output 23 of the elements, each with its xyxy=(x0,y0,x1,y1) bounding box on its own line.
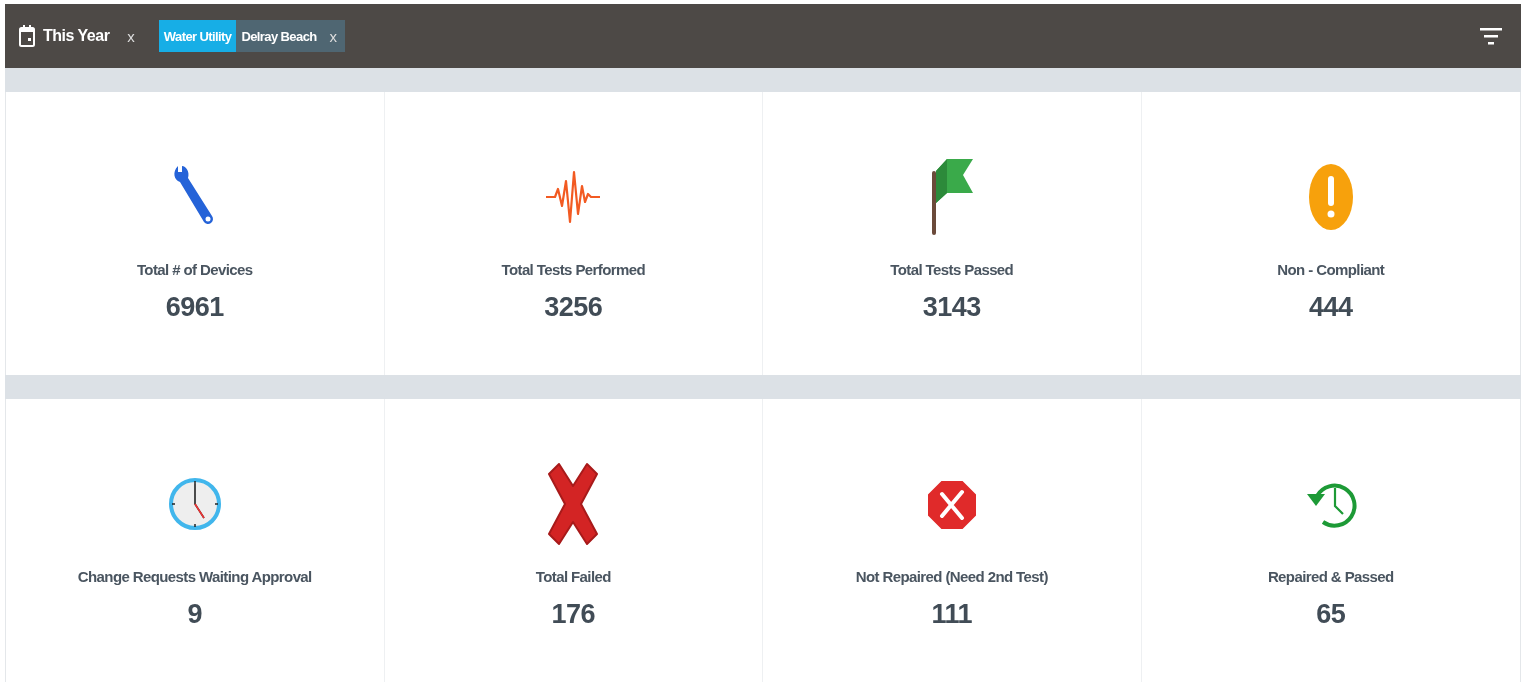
stat-label: Total # of Devices xyxy=(136,260,253,278)
stat-value: 444 xyxy=(1308,291,1353,323)
filter-tag: Water Utility xyxy=(158,20,237,52)
filter-tag: Delray Beach xyxy=(236,20,322,52)
stat-value: 6961 xyxy=(165,291,224,323)
stat-label: Total Tests Passed xyxy=(890,260,1014,278)
stat-value: 176 xyxy=(551,598,596,630)
stat-label: Not Repaired (Need 2nd Test) xyxy=(855,567,1048,585)
stat-value: 65 xyxy=(1316,598,1346,630)
stat-value: 3143 xyxy=(922,291,981,323)
stat-label: Repaired & Passed xyxy=(1267,567,1394,585)
exclamation-icon xyxy=(1307,162,1354,231)
date-filter-label: This Year xyxy=(43,27,110,45)
remove-filter-button[interactable]: x xyxy=(321,20,346,52)
stat-label: Non - Compliant xyxy=(1277,260,1385,278)
stat-label: Total Failed xyxy=(535,567,611,585)
stat-value: 111 xyxy=(931,598,973,630)
remove-filter-button[interactable]: x xyxy=(119,27,143,45)
stat-value: 9 xyxy=(187,598,202,630)
stat-label: Total Tests Performed xyxy=(501,260,645,278)
stat-value: 3256 xyxy=(544,291,603,323)
stat-label: Change Requests Waiting Approval xyxy=(77,567,312,585)
calendar-icon xyxy=(19,25,35,47)
